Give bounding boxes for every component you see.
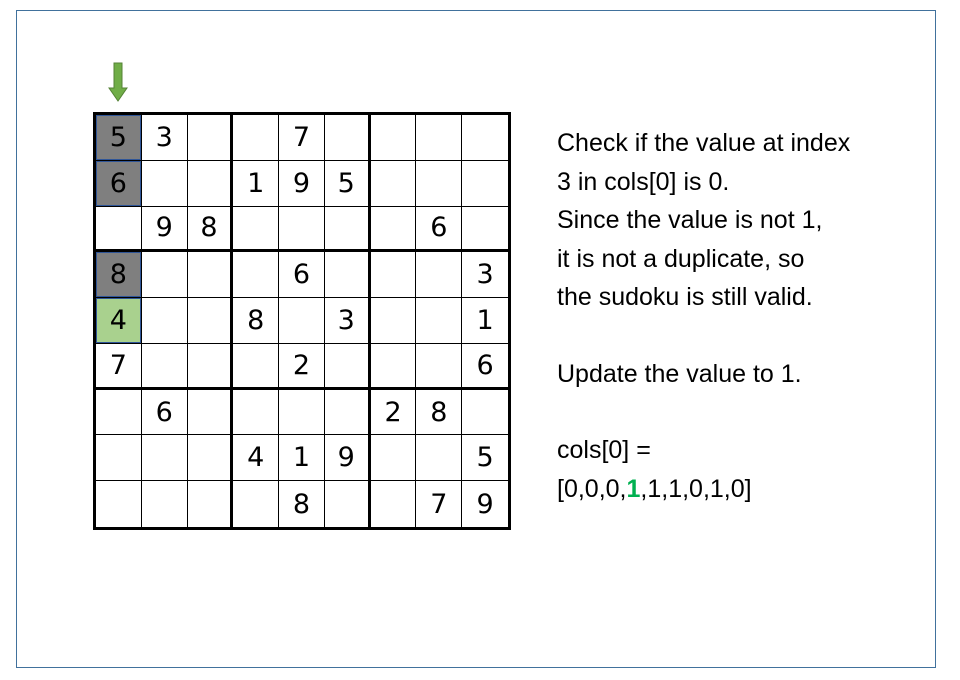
explanation-line-5: the sudoku is still valid. (557, 283, 813, 311)
sudoku-cell-r8-c5 (324, 481, 371, 527)
sudoku-cell-r3-c1 (141, 252, 188, 299)
sudoku-cell-r5-c8: 6 (462, 343, 508, 390)
sudoku-cell-r4-c0: 4 (96, 298, 142, 344)
sudoku-cell-r3-c4: 6 (279, 252, 325, 299)
sudoku-cell-r6-c5 (324, 389, 371, 436)
sudoku-grid: 537619598686348317266284195879 (93, 112, 511, 530)
sudoku-cell-r2-c2: 8 (187, 206, 234, 253)
sudoku-cell-r2-c6 (370, 206, 417, 253)
sudoku-cell-r2-c8 (462, 206, 508, 253)
sudoku-cell-r4-c2 (187, 298, 234, 344)
explanation-text: Check if the value at index 3 in cols[0]… (557, 124, 927, 508)
sudoku-cell-r0-c5 (324, 115, 371, 161)
sudoku-cell-r1-c8 (462, 160, 508, 207)
cols-array-highlight: 1 (626, 474, 641, 503)
sudoku-cell-r8-c8: 9 (462, 481, 508, 527)
sudoku-cell-r0-c7 (416, 115, 463, 161)
sudoku-cell-r1-c4: 9 (279, 160, 325, 207)
sudoku-cell-r7-c6 (370, 435, 417, 482)
sudoku-cell-r0-c8 (462, 115, 508, 161)
sudoku-cell-r5-c2 (187, 343, 234, 390)
sudoku-cell-r4-c4 (279, 298, 325, 344)
sudoku-cell-r1-c2 (187, 160, 234, 207)
sudoku-cell-r5-c1 (141, 343, 188, 390)
sudoku-cell-r2-c1: 9 (141, 206, 188, 253)
sudoku-cell-r6-c6: 2 (370, 389, 417, 436)
sudoku-cell-r7-c1 (141, 435, 188, 482)
sudoku-cell-r3-c6 (370, 252, 417, 299)
cols-array-suffix: ,1,1,0,1,0] (640, 474, 752, 503)
sudoku-cell-r5-c7 (416, 343, 463, 390)
sudoku-cell-r7-c3: 4 (233, 435, 280, 482)
sudoku-cell-r0-c6 (370, 115, 417, 161)
sudoku-cell-r2-c5 (324, 206, 371, 253)
sudoku-cell-r7-c0 (96, 435, 142, 482)
sudoku-cell-r0-c2 (187, 115, 234, 161)
sudoku-cell-r8-c6 (370, 481, 417, 527)
sudoku-cell-r5-c4: 2 (279, 343, 325, 390)
explanation-line-1: Check if the value at index (557, 129, 851, 157)
sudoku-cell-r3-c7 (416, 252, 463, 299)
sudoku-cell-r0-c1: 3 (141, 115, 188, 161)
sudoku-cell-r4-c7 (416, 298, 463, 344)
sudoku-cell-r8-c4: 8 (279, 481, 325, 527)
sudoku-cell-r6-c0 (96, 389, 142, 436)
sudoku-cell-r1-c0: 6 (96, 160, 142, 207)
sudoku-cell-r8-c3 (233, 481, 280, 527)
sudoku-cell-r2-c0 (96, 206, 142, 253)
sudoku-cell-r2-c3 (233, 206, 280, 253)
sudoku-cell-r7-c4: 1 (279, 435, 325, 482)
sudoku-cell-r6-c4 (279, 389, 325, 436)
sudoku-cell-r3-c0: 8 (96, 252, 142, 299)
sudoku-cell-r0-c3 (233, 115, 280, 161)
sudoku-cell-r1-c5: 5 (324, 160, 371, 207)
sudoku-cell-r4-c8: 1 (462, 298, 508, 344)
sudoku-cell-r0-c4: 7 (279, 115, 325, 161)
down-arrow-icon (108, 62, 128, 102)
sudoku-cell-r0-c0: 5 (96, 115, 142, 161)
sudoku-cell-r4-c6 (370, 298, 417, 344)
sudoku-cell-r6-c3 (233, 389, 280, 436)
explanation-line-3: Since the value is not 1, (557, 206, 823, 234)
sudoku-cell-r6-c7: 8 (416, 389, 463, 436)
explanation-line-4: it is not a duplicate, so (557, 244, 805, 273)
explanation-line-2: 3 in cols[0] is 0. (557, 167, 730, 196)
sudoku-cell-r7-c7 (416, 435, 463, 482)
update-line: Update the value to 1. (557, 359, 802, 388)
sudoku-cell-r3-c8: 3 (462, 252, 508, 299)
sudoku-cell-r7-c2 (187, 435, 234, 482)
cols-array: [0,0,0,1,1,1,0,1,0] (557, 470, 927, 509)
sudoku-cell-r8-c2 (187, 481, 234, 527)
sudoku-cell-r8-c0 (96, 481, 142, 527)
sudoku-cell-r1-c7 (416, 160, 463, 207)
sudoku-cell-r5-c3 (233, 343, 280, 390)
sudoku-cell-r7-c8: 5 (462, 435, 508, 482)
sudoku-cell-r5-c0: 7 (96, 343, 142, 390)
sudoku-cell-r4-c1 (141, 298, 188, 344)
sudoku-cell-r8-c7: 7 (416, 481, 463, 527)
sudoku-cell-r3-c3 (233, 252, 280, 299)
sudoku-cell-r5-c6 (370, 343, 417, 390)
sudoku-cell-r7-c5: 9 (324, 435, 371, 482)
cols-array-prefix: [0,0,0, (557, 474, 627, 503)
sudoku-cell-r1-c1 (141, 160, 188, 207)
sudoku-cell-r6-c1: 6 (141, 389, 188, 436)
sudoku-cell-r1-c3: 1 (233, 160, 280, 207)
cols-label: cols[0] = (557, 436, 651, 464)
sudoku-cell-r3-c2 (187, 252, 234, 299)
sudoku-cell-r8-c1 (141, 481, 188, 527)
sudoku-cell-r2-c4 (279, 206, 325, 253)
sudoku-cell-r2-c7: 6 (416, 206, 463, 253)
sudoku-cell-r5-c5 (324, 343, 371, 390)
sudoku-cell-r6-c2 (187, 389, 234, 436)
sudoku-cell-r3-c5 (324, 252, 371, 299)
sudoku-cell-r6-c8 (462, 389, 508, 436)
sudoku-cell-r4-c5: 3 (324, 298, 371, 344)
sudoku-cell-r4-c3: 8 (233, 298, 280, 344)
sudoku-cell-r1-c6 (370, 160, 417, 207)
